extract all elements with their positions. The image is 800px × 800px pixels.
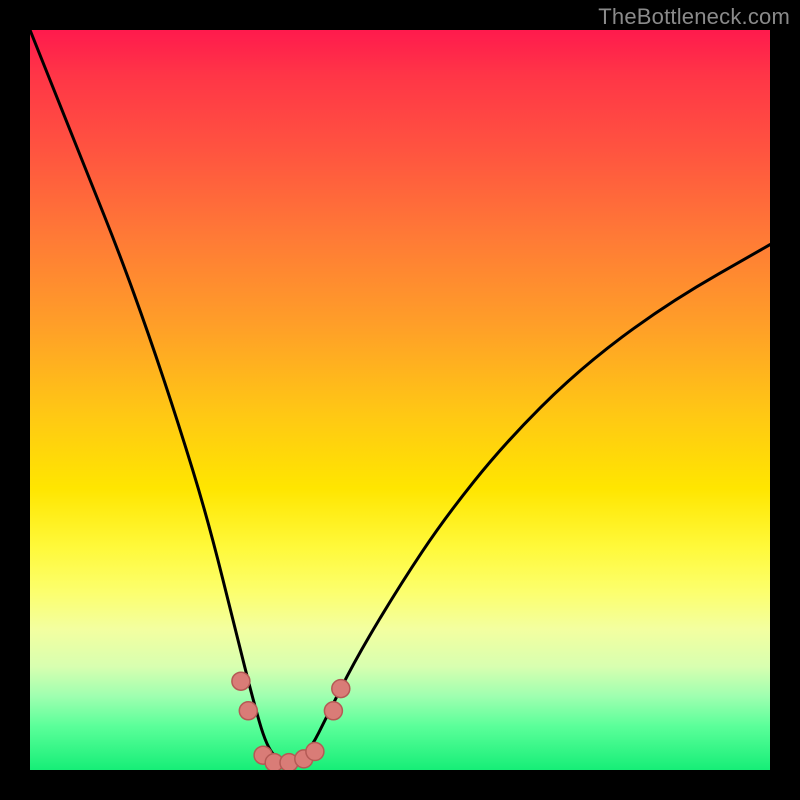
marker-left-shoulder-top	[232, 672, 250, 690]
marker-right-shoulder-top	[332, 680, 350, 698]
marker-right-shoulder-mid	[324, 702, 342, 720]
plot-area	[30, 30, 770, 770]
bottleneck-curve	[30, 30, 770, 763]
chart-svg	[30, 30, 770, 770]
watermark-text: TheBottleneck.com	[598, 4, 790, 30]
marker-valley-right	[306, 743, 324, 761]
chart-frame: TheBottleneck.com	[0, 0, 800, 800]
marker-left-shoulder-mid	[239, 702, 257, 720]
